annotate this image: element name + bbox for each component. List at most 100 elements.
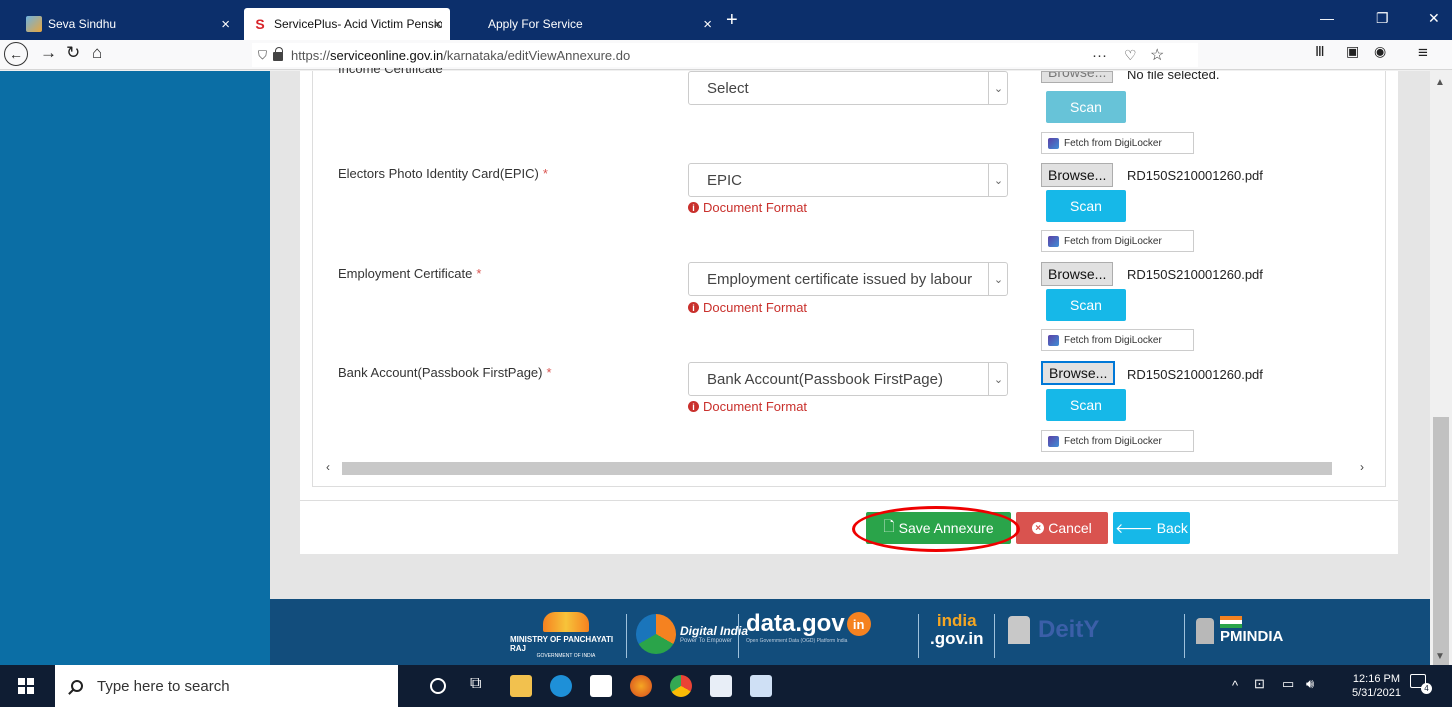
left-sidebar — [0, 71, 270, 665]
data-gov-in-logo[interactable]: data.gov in Open Government Data (OGD) P… — [746, 610, 871, 644]
selected-file-name: RD150S210001260.pdf — [1127, 168, 1263, 183]
task-view-icon[interactable]: ⧉ — [470, 675, 492, 697]
scroll-left-icon[interactable]: ‹ — [326, 460, 330, 474]
browse-button[interactable]: Browse... — [1041, 361, 1116, 385]
search-icon — [71, 680, 83, 692]
taskbar-search-box[interactable]: Type here to search — [55, 665, 398, 707]
scroll-down-icon[interactable]: ▼ — [1435, 651, 1445, 662]
lock-icon — [273, 46, 284, 61]
back-button[interactable]: 🡐 Back — [1113, 512, 1190, 544]
library-icon[interactable]: Ⅲ — [1315, 43, 1325, 60]
battery-icon[interactable]: ▭ — [1282, 676, 1294, 692]
scroll-right-icon[interactable]: › — [1360, 460, 1364, 474]
tab-apply-for-service[interactable]: Apply For Service × — [480, 8, 720, 40]
scan-button[interactable]: Scan — [1046, 91, 1126, 123]
tab-serviceplus[interactable]: S ServicePlus- Acid Victim Pensio × — [244, 8, 450, 40]
document-format-link[interactable]: i Document Format — [688, 200, 807, 215]
document-type-select[interactable]: Employment certificate issued by labour — [688, 262, 1008, 296]
browse-button[interactable]: Browse... — [1041, 71, 1114, 83]
digilocker-icon — [1048, 137, 1059, 149]
vertical-scrollbar[interactable]: ▲ ▼ — [1430, 71, 1452, 667]
url-host: serviceonline.gov.in — [330, 47, 444, 63]
browser-tab-bar: Seva Sindhu × S ServicePlus- Acid Victim… — [0, 0, 1452, 40]
url-path: /karnataka/editViewAnnexure.do — [443, 47, 631, 63]
fetch-digilocker-button[interactable]: Fetch from DigiLocker — [1041, 230, 1194, 252]
india-gov-in-logo[interactable]: india .gov.in — [930, 612, 984, 648]
emblem-icon — [1196, 617, 1214, 644]
digilocker-icon — [1048, 435, 1059, 447]
close-icon[interactable]: × — [703, 16, 712, 33]
chevron-down-icon[interactable]: ⌄ — [988, 262, 1008, 296]
close-icon[interactable]: × — [221, 16, 230, 33]
edge-icon[interactable] — [550, 675, 572, 697]
navigation-toolbar: ← → ↻ ⌂ ⛉ https:// serviceonline.gov.in … — [0, 40, 1452, 70]
chrome-icon[interactable] — [670, 675, 692, 697]
chevron-down-icon[interactable]: ⌄ — [988, 362, 1008, 396]
back-arrow-icon[interactable]: ← — [4, 42, 28, 66]
reload-icon[interactable]: ↻ — [66, 43, 80, 63]
footer-divider — [1184, 614, 1185, 658]
url-prefix: https:// — [291, 47, 331, 63]
scan-button[interactable]: Scan — [1046, 389, 1126, 421]
info-icon: i — [688, 202, 699, 213]
menu-hamburger-icon[interactable]: ≡ — [1418, 43, 1428, 63]
forward-arrow-icon[interactable]: → — [40, 43, 57, 63]
sidebar-toggle-icon[interactable]: ▣ — [1346, 43, 1359, 60]
minimize-icon[interactable]: — — [1320, 10, 1334, 26]
browse-button[interactable]: Browse... — [1041, 163, 1114, 187]
page-actions-icon[interactable]: ··· — [1092, 47, 1107, 64]
network-icon[interactable]: ⊡ — [1254, 676, 1265, 692]
windows-start-icon[interactable] — [18, 678, 34, 694]
fetch-digilocker-button[interactable]: Fetch from DigiLocker — [1041, 132, 1194, 154]
file-explorer-icon[interactable] — [510, 675, 532, 697]
pmindia-logo[interactable]: PMINDIA — [1196, 616, 1283, 645]
bookmark-star-icon[interactable]: ☆ — [1150, 45, 1164, 65]
digital-india-logo[interactable]: Digital India Power To Empower — [636, 614, 748, 654]
document-format-link[interactable]: i Document Format — [688, 399, 807, 414]
home-icon[interactable]: ⌂ — [92, 43, 102, 63]
browse-button[interactable]: Browse... — [1041, 262, 1114, 286]
system-clock[interactable]: 12:16 PM 5/31/2021 — [1352, 672, 1401, 700]
cancel-button[interactable]: × Cancel — [1016, 512, 1108, 544]
word-icon[interactable] — [750, 675, 772, 697]
fetch-digilocker-button[interactable]: Fetch from DigiLocker — [1041, 329, 1194, 351]
pocket-icon[interactable]: ♡ — [1124, 47, 1137, 64]
new-tab-plus-icon[interactable]: + — [726, 9, 738, 32]
footer-divider — [738, 614, 739, 658]
chevron-down-icon[interactable]: ⌄ — [988, 71, 1008, 105]
scan-button[interactable]: Scan — [1046, 289, 1126, 321]
document-format-link[interactable]: i Document Format — [688, 300, 807, 315]
scroll-up-icon[interactable]: ▲ — [1435, 77, 1445, 88]
scrollbar-thumb[interactable] — [1433, 417, 1449, 667]
footer-divider — [918, 614, 919, 658]
ministry-emblem-icon — [543, 612, 589, 632]
tab-seva-sindhu[interactable]: Seva Sindhu × — [18, 8, 238, 40]
scrollbar-thumb[interactable] — [342, 462, 1332, 475]
close-icon[interactable]: × — [433, 16, 442, 33]
chevron-down-icon[interactable]: ⌄ — [988, 163, 1008, 197]
restore-icon[interactable]: ❐ — [1376, 10, 1389, 27]
address-bar[interactable]: ⛉ https:// serviceonline.gov.in /karnata… — [252, 43, 1198, 67]
document-type-select[interactable]: EPIC — [688, 163, 1008, 197]
excel-icon[interactable] — [710, 675, 732, 697]
scan-button[interactable]: Scan — [1046, 190, 1126, 222]
fetch-digilocker-button[interactable]: Fetch from DigiLocker — [1041, 430, 1194, 452]
account-icon[interactable]: ◉ — [1374, 43, 1386, 60]
cortana-icon[interactable] — [430, 678, 446, 694]
firefox-icon[interactable] — [630, 675, 652, 697]
chevron-up-icon[interactable]: ^ — [1232, 678, 1238, 693]
tab-title: Seva Sindhu — [48, 17, 117, 31]
horizontal-scrollbar[interactable]: ‹ › — [322, 459, 1376, 476]
info-icon: i — [688, 302, 699, 313]
ministry-panchayati-raj-logo[interactable]: MINISTRY OF PANCHAYATI RAJ GOVERNMENT OF… — [510, 612, 622, 659]
deity-logo[interactable]: DeitY — [1008, 616, 1099, 644]
emblem-icon — [1008, 616, 1030, 644]
window-close-icon[interactable]: ✕ — [1428, 10, 1440, 27]
notification-center-icon[interactable]: 4 — [1410, 674, 1432, 696]
document-type-select[interactable]: Bank Account(Passbook FirstPage) — [688, 362, 1008, 396]
volume-icon[interactable]: 🔊︎ — [1306, 676, 1314, 692]
document-type-select[interactable]: Select — [688, 71, 1008, 105]
selected-file-name: No file selected. — [1127, 71, 1220, 82]
cancel-circle-icon: × — [1032, 522, 1045, 534]
store-icon[interactable] — [590, 675, 612, 697]
